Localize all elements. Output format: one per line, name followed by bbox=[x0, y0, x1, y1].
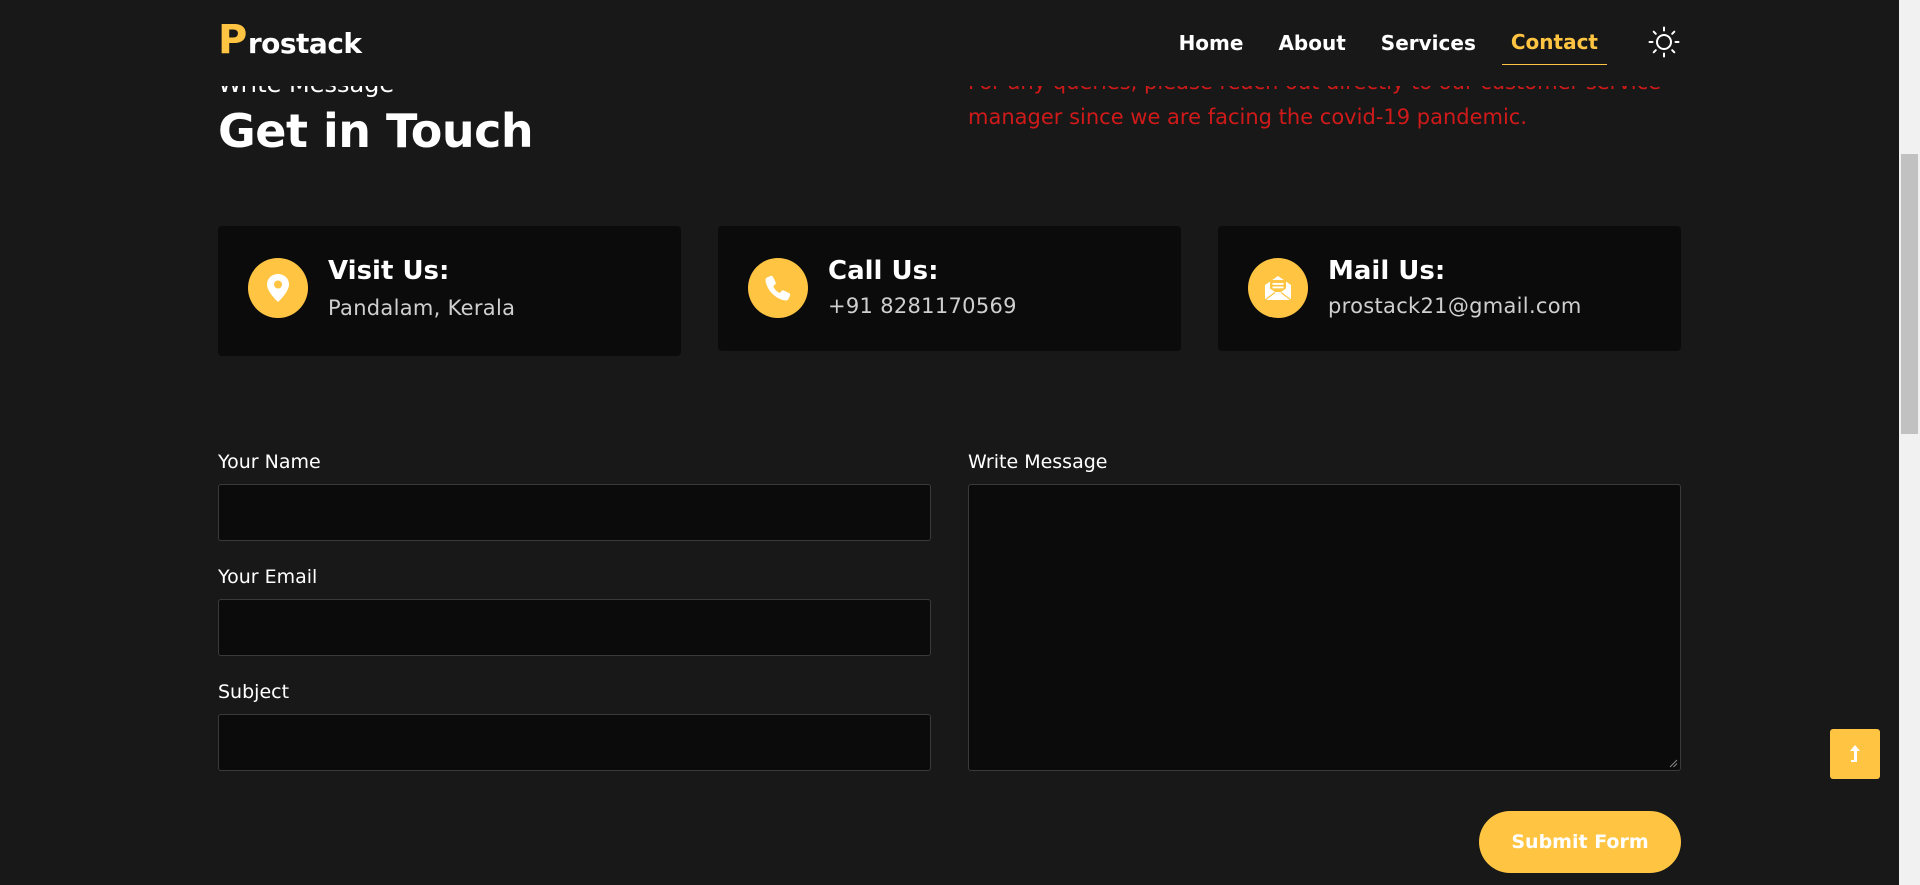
subject-label: Subject bbox=[218, 681, 290, 703]
message-textarea[interactable] bbox=[969, 485, 1680, 770]
email-field[interactable] bbox=[218, 599, 931, 656]
sun-icon bbox=[1648, 26, 1680, 58]
visit-value: Pandalam, Kerala bbox=[328, 296, 516, 320]
site-header: Prostack Home About Services Contact bbox=[0, 0, 1899, 86]
scrollbar-thumb[interactable] bbox=[1901, 154, 1918, 434]
nav-about[interactable]: About bbox=[1269, 27, 1354, 65]
arrow-up-icon bbox=[1850, 745, 1860, 762]
resize-grip-icon[interactable] bbox=[1668, 758, 1678, 768]
contact-page: Write Message Get in Touch For any queri… bbox=[0, 0, 1899, 885]
name-input[interactable] bbox=[219, 485, 930, 540]
subject-field[interactable] bbox=[218, 714, 931, 771]
email-label: Your Email bbox=[218, 566, 318, 588]
page-scrollbar[interactable] bbox=[1899, 0, 1920, 885]
nav-contact[interactable]: Contact bbox=[1501, 26, 1607, 65]
brand-logo[interactable]: Prostack bbox=[218, 17, 362, 63]
mail-title: Mail Us: bbox=[1328, 256, 1446, 286]
nav-home[interactable]: Home bbox=[1170, 27, 1253, 65]
page-title: Get in Touch bbox=[218, 104, 534, 158]
call-icon-circle bbox=[748, 258, 808, 318]
call-value[interactable]: +91 8281170569 bbox=[828, 294, 1017, 318]
visit-icon-circle bbox=[248, 258, 308, 318]
nav-services[interactable]: Services bbox=[1372, 27, 1485, 65]
mail-card: Mail Us: prostack21@gmail.com bbox=[1218, 226, 1681, 351]
location-pin-icon bbox=[267, 274, 289, 302]
subject-input[interactable] bbox=[219, 715, 930, 770]
message-field[interactable] bbox=[968, 484, 1681, 771]
name-label: Your Name bbox=[218, 451, 321, 473]
message-label: Write Message bbox=[968, 451, 1108, 473]
logo-letter: P bbox=[218, 17, 247, 63]
back-to-top-button[interactable] bbox=[1830, 729, 1880, 779]
logo-text: rostack bbox=[247, 27, 362, 60]
theme-toggle-button[interactable] bbox=[1648, 26, 1680, 58]
main-nav: Home About Services Contact bbox=[1179, 26, 1607, 65]
mail-icon-circle bbox=[1248, 258, 1308, 318]
phone-icon bbox=[765, 275, 791, 301]
mail-value[interactable]: prostack21@gmail.com bbox=[1328, 294, 1582, 318]
email-input[interactable] bbox=[219, 600, 930, 655]
call-card: Call Us: +91 8281170569 bbox=[718, 226, 1181, 351]
name-field[interactable] bbox=[218, 484, 931, 541]
visit-card: Visit Us: Pandalam, Kerala bbox=[218, 226, 681, 356]
call-title: Call Us: bbox=[828, 256, 939, 286]
mail-open-icon bbox=[1264, 276, 1292, 301]
visit-title: Visit Us: bbox=[328, 256, 450, 286]
submit-form-button[interactable]: Submit Form bbox=[1479, 811, 1681, 873]
